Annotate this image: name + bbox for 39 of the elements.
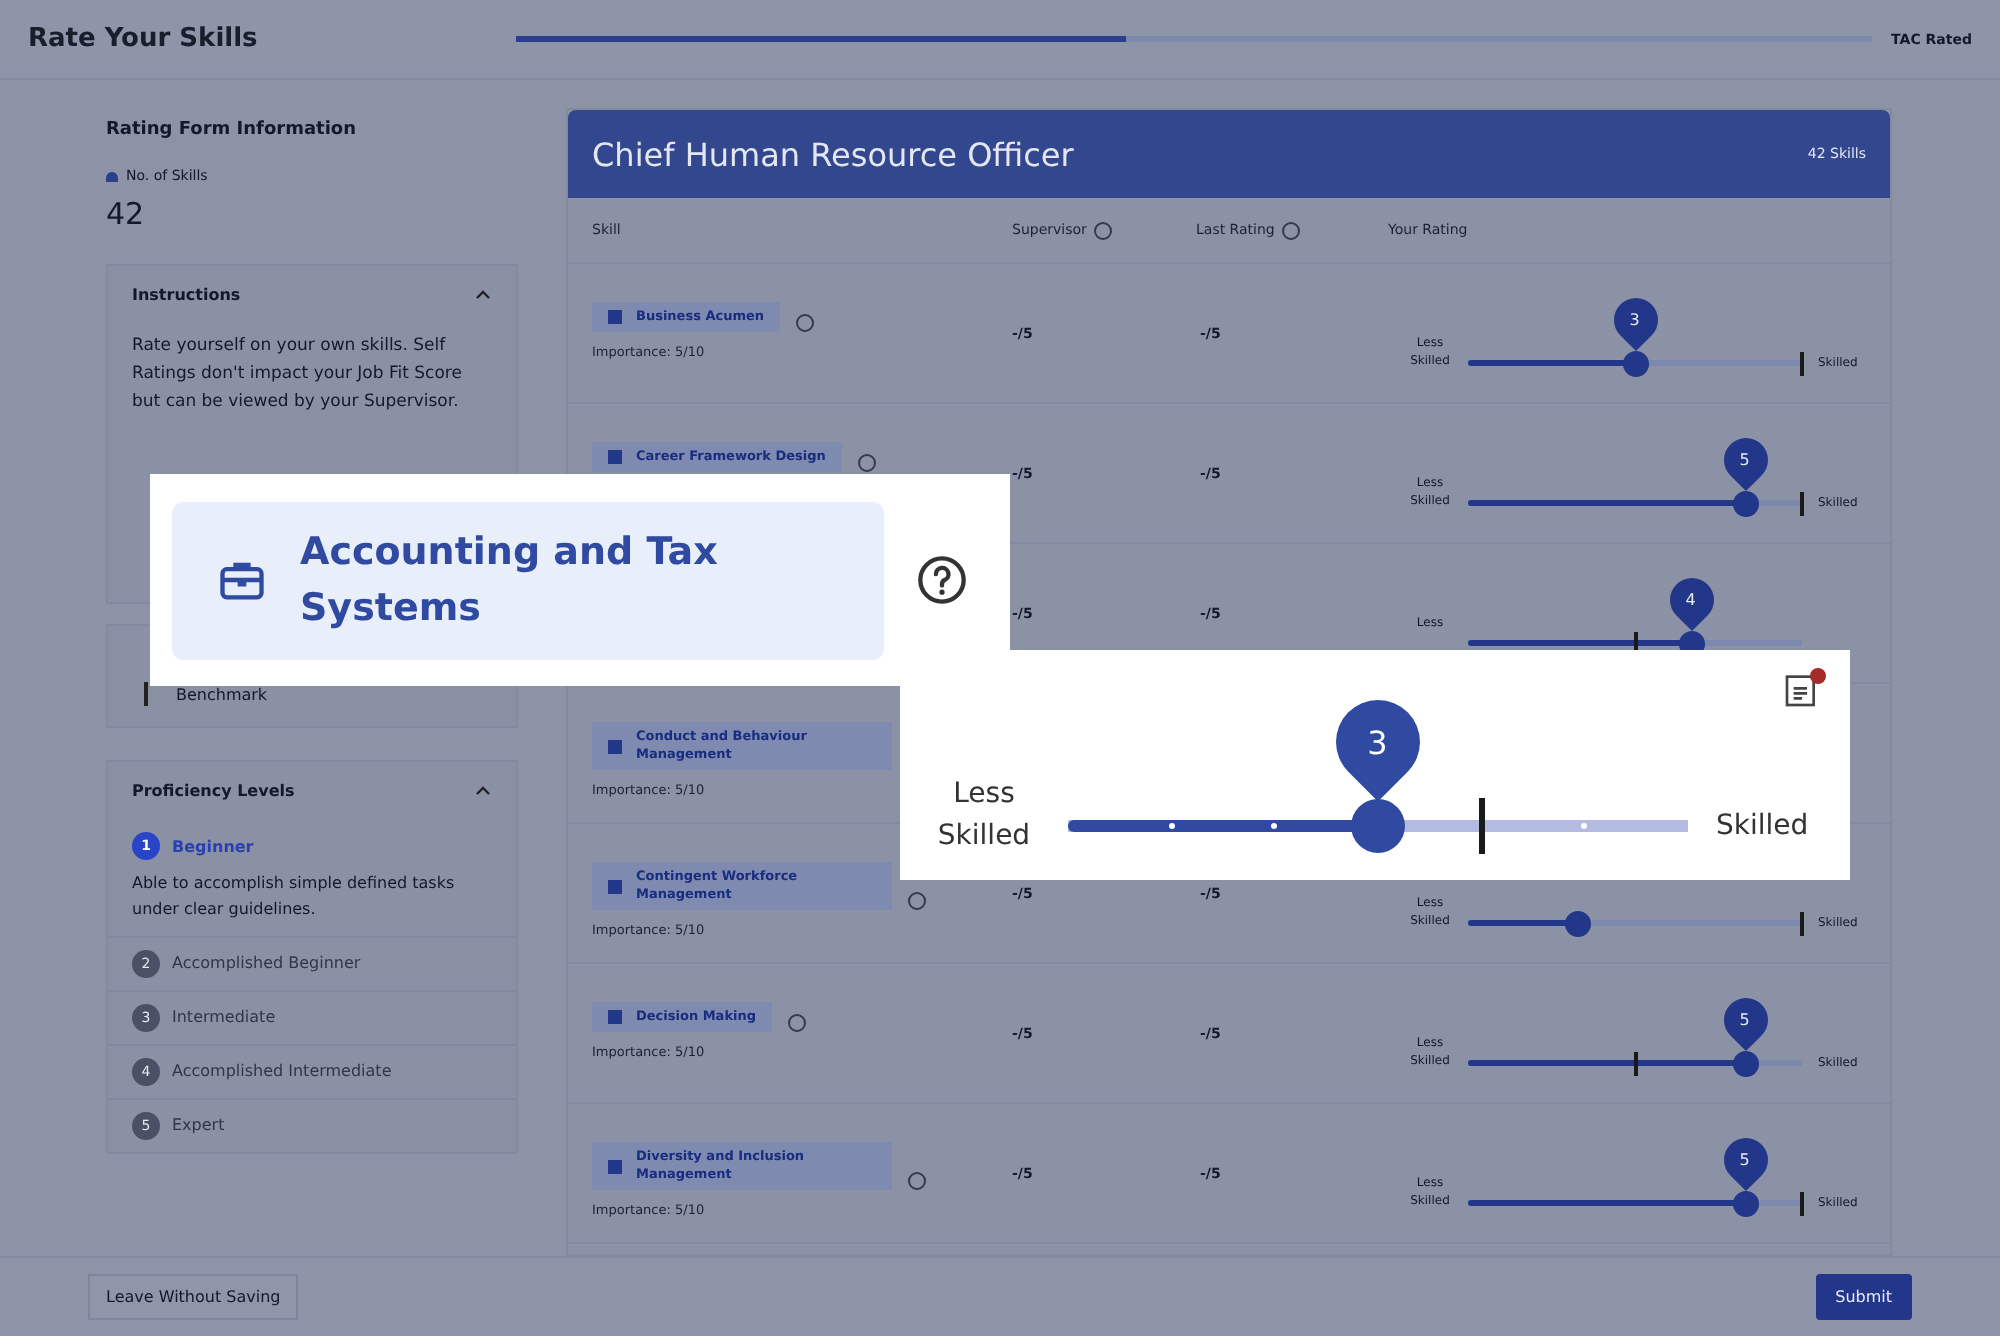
slider-thumb[interactable] — [1622, 350, 1648, 376]
square-icon — [608, 739, 622, 754]
slider-thumb[interactable] — [1565, 910, 1592, 936]
page-title: Rate Your Skills — [28, 24, 260, 54]
square-icon — [608, 1159, 622, 1174]
square-icon — [608, 879, 622, 894]
slider-thumb[interactable] — [1732, 1050, 1759, 1076]
card-title: Chief Human Resource Officer — [592, 135, 1074, 173]
slider-thumb[interactable] — [1351, 799, 1405, 853]
level-description: Able to accomplish simple defined tasks under clear guidelines. — [132, 872, 457, 922]
help-icon[interactable] — [916, 554, 968, 606]
submit-button[interactable]: Submit — [1815, 1274, 1912, 1320]
level-name: Accomplished Beginner — [172, 954, 361, 973]
stat-value: 42 — [106, 196, 147, 232]
slider-thumb[interactable] — [1732, 490, 1759, 516]
info-icon — [1282, 221, 1301, 239]
level-name: Expert — [172, 1116, 225, 1135]
level-name: Accomplished Intermediate — [172, 1062, 392, 1081]
skill-chip[interactable]: Accounting and Tax Systems — [172, 501, 884, 659]
section-title: Instructions — [132, 286, 241, 304]
instructions-text: Rate yourself on your own skills. Self Ratings don't impact your Job Fit Score but can be viewed by your Supervisor. — [132, 334, 464, 417]
benchmark-marker-icon — [144, 682, 148, 706]
square-icon — [608, 310, 622, 325]
square-icon — [608, 1010, 622, 1025]
slider-thumb[interactable] — [1732, 1190, 1759, 1216]
people-icon — [106, 171, 118, 181]
section-title: Proficiency Levels — [132, 782, 295, 800]
note-icon[interactable] — [1782, 670, 1822, 710]
level-name: Intermediate — [172, 1008, 276, 1027]
leave-button[interactable]: Leave Without Saving — [88, 1274, 299, 1320]
info-icon — [1094, 221, 1113, 239]
panel-title: Rating Form Information — [106, 120, 359, 140]
chevron-up-icon[interactable] — [474, 286, 492, 304]
skilled-label: Skilled — [1716, 810, 1809, 846]
chevron-up-icon[interactable] — [474, 782, 492, 800]
less-skilled-label: Less Skilled — [935, 776, 1033, 856]
legend-label: Benchmark — [176, 685, 268, 703]
level-name: Beginner — [172, 837, 254, 855]
square-icon — [608, 450, 622, 465]
